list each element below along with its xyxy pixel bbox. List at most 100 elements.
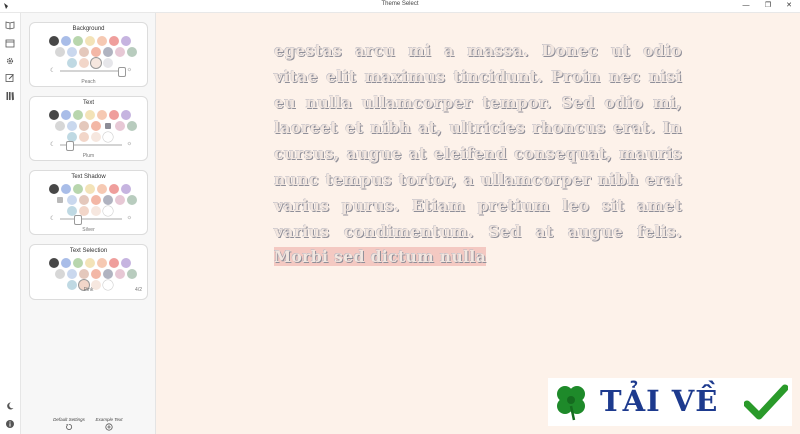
swatch[interactable]	[91, 195, 101, 205]
background-card: Background ☾ ☼ Peach	[29, 22, 148, 87]
text-selection-card-title: Text Selection	[69, 248, 108, 254]
swatch[interactable]	[121, 184, 131, 194]
swatch[interactable]	[55, 269, 65, 279]
calendar-icon[interactable]	[5, 35, 15, 48]
default-settings-label: Default Settings	[53, 417, 85, 422]
example-text-label: Example Text	[95, 417, 123, 422]
close-button[interactable]: ✕	[778, 0, 800, 12]
swatch[interactable]	[49, 36, 59, 46]
swatch[interactable]	[103, 269, 113, 279]
swatch[interactable]	[85, 184, 95, 194]
example-text-button[interactable]: Example Text	[89, 417, 129, 432]
watermark: TẢI VỀ	[548, 378, 792, 426]
slider-thumb[interactable]	[74, 215, 82, 225]
swatch[interactable]	[61, 110, 71, 120]
watermark-text: TẢI VỀ	[600, 384, 719, 418]
text-selection-selected-name: Pink	[83, 287, 94, 293]
slider-thumb[interactable]	[118, 67, 126, 77]
check-icon	[744, 384, 788, 420]
swatch[interactable]	[91, 47, 101, 57]
swatch[interactable]	[55, 47, 65, 57]
swatch[interactable]	[79, 269, 89, 279]
clover-icon	[557, 386, 585, 421]
text-card-title: Text	[82, 100, 94, 106]
swatch[interactable]	[73, 110, 83, 120]
text-shadow-intensity-slider[interactable]: ☾ ☼	[50, 215, 132, 225]
swatch[interactable]	[79, 47, 89, 57]
swatch[interactable]	[79, 195, 89, 205]
moon-icon: ☾	[50, 216, 56, 222]
swatch[interactable]	[121, 36, 131, 46]
moon-icon: ☾	[50, 68, 56, 74]
text-shadow-selected-name: Silver	[82, 227, 95, 233]
swatch[interactable]	[127, 195, 137, 205]
swatch[interactable]	[73, 184, 83, 194]
swatch[interactable]	[49, 110, 59, 120]
swatch[interactable]	[115, 121, 125, 131]
swatch[interactable]	[127, 47, 137, 57]
gear-icon[interactable]	[5, 53, 15, 65]
swatch[interactable]	[73, 36, 83, 46]
swatch-selected[interactable]	[57, 197, 63, 203]
sun-icon: ☼	[126, 67, 133, 73]
swatch[interactable]	[67, 269, 77, 279]
swatch[interactable]	[91, 121, 101, 131]
text-brightness-slider[interactable]: ☾ ☼	[50, 141, 132, 151]
swatch[interactable]	[49, 258, 59, 268]
text-selection-ratio: 4/2	[135, 287, 142, 293]
swatch[interactable]	[115, 195, 125, 205]
swatch[interactable]	[121, 110, 131, 120]
text-shadow-card-title: Text Shadow	[71, 174, 106, 180]
maximize-button[interactable]: ❐	[757, 0, 779, 12]
swatch[interactable]	[103, 195, 113, 205]
swatch[interactable]	[61, 258, 71, 268]
swatch[interactable]	[115, 47, 125, 57]
default-settings-button[interactable]: Default Settings	[47, 417, 91, 432]
swatch[interactable]	[79, 121, 89, 131]
swatch[interactable]	[85, 36, 95, 46]
swatch[interactable]	[67, 47, 77, 57]
swatch[interactable]	[55, 121, 65, 131]
swatch[interactable]	[97, 258, 107, 268]
swatch[interactable]	[85, 258, 95, 268]
swatch[interactable]	[73, 258, 83, 268]
add-icon	[105, 423, 113, 431]
swatch[interactable]	[127, 121, 137, 131]
text-shadow-card: Text Shadow ☾ ☼ Silver	[29, 170, 148, 235]
swatch[interactable]	[97, 36, 107, 46]
swatch[interactable]	[91, 269, 101, 279]
moon-icon[interactable]	[5, 398, 15, 410]
swatch[interactable]	[61, 36, 71, 46]
swatch[interactable]	[67, 195, 77, 205]
info-icon[interactable]	[5, 416, 15, 428]
reader-text[interactable]: egestas arcu mi a massa. Donec ut odio v…	[274, 38, 682, 270]
minimize-button[interactable]: —	[735, 0, 757, 12]
swatch[interactable]	[97, 110, 107, 120]
swatch[interactable]	[109, 184, 119, 194]
selected-text-highlight[interactable]: Morbi sed dictum nulla	[274, 247, 487, 267]
moon-icon: ☾	[50, 142, 56, 148]
edit-icon[interactable]	[5, 70, 15, 82]
swatch[interactable]	[67, 121, 77, 131]
swatch[interactable]	[49, 184, 59, 194]
slider-thumb[interactable]	[66, 141, 74, 151]
swatch[interactable]	[109, 36, 119, 46]
swatch[interactable]	[109, 110, 119, 120]
background-selected-name: Peach	[81, 79, 96, 85]
book-icon[interactable]	[5, 17, 15, 30]
swatch-selected[interactable]	[105, 123, 111, 129]
background-brightness-slider[interactable]: ☾ ☼	[50, 67, 133, 77]
swatch[interactable]	[121, 258, 131, 268]
library-icon[interactable]	[5, 88, 15, 101]
reader-view[interactable]: egestas arcu mi a massa. Donec ut odio v…	[156, 13, 800, 434]
swatch[interactable]	[97, 184, 107, 194]
window-title: Theme Select	[381, 1, 419, 7]
title-bar: Theme Select — ❐ ✕	[0, 0, 800, 13]
swatch[interactable]	[85, 110, 95, 120]
swatch[interactable]	[127, 269, 137, 279]
swatch[interactable]	[109, 258, 119, 268]
swatch[interactable]	[103, 47, 113, 57]
swatch[interactable]	[61, 184, 71, 194]
reader-body-text: egestas arcu mi a massa. Donec ut odio v…	[274, 41, 682, 241]
swatch[interactable]	[115, 269, 125, 279]
